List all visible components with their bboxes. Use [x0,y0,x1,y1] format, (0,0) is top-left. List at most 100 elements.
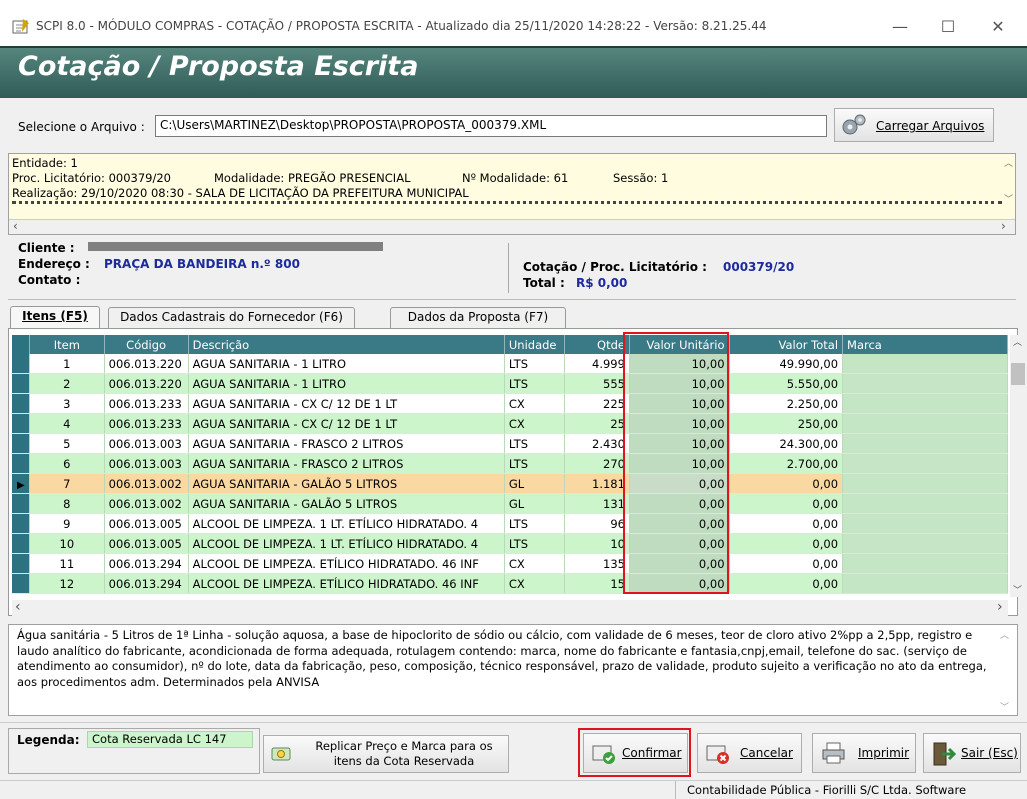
sair-button[interactable]: Sair (Esc) [923,733,1021,773]
cell-descricao: ALCOOL DE LIMPEZA. ETÍLICO HIDRATADO. 46… [188,573,505,594]
cell-item: 2 [29,373,105,394]
grid-horizontal-scrollbar[interactable]: ‹ › [12,599,1008,616]
file-path-input[interactable]: C:\Users\MARTINEZ\Desktop\PROPOSTA\PROPO… [155,115,827,137]
table-row[interactable]: 12 006.013.294 ALCOOL DE LIMPEZA. ETÍLICO … [12,573,1008,594]
cell-qtde: 4.999 [564,354,630,374]
scroll-down-icon[interactable]: ﹀ [1013,583,1022,596]
header-codigo[interactable]: Código [104,335,189,354]
cell-unidade: LTS [504,373,565,394]
table-row[interactable]: 3 006.013.233 AGUA SANITARIA - CX C/ 12 DE… [12,393,1008,414]
cell-marca[interactable] [842,493,1008,514]
cell-codigo: 006.013.233 [104,393,189,414]
tab-itens[interactable]: Itens (F5) [10,306,100,329]
scroll-thumb[interactable] [1011,363,1025,385]
cell-marca[interactable] [842,433,1008,454]
header-marca[interactable]: Marca [842,335,1008,354]
legend-cota-reservada: Cota Reservada LC 147 [87,731,253,748]
header-marker [12,335,30,354]
cell-qtde: 96 [564,513,630,534]
scroll-down-icon[interactable]: ﹀ [1000,700,1009,713]
item-description[interactable]: Água sanitária - 5 Litros de 1ª Linha - … [8,624,1018,716]
sessao-text: Sessão: 1 [613,171,669,185]
cell-marca[interactable] [842,553,1008,574]
cell-qtde: 2.430 [564,433,630,454]
table-row[interactable]: 6 006.013.003 AGUA SANITARIA - FRASCO 2 LI… [12,453,1008,474]
close-button[interactable]: ✕ [975,14,1021,42]
cell-descricao: AGUA SANITARIA - 1 LITRO [188,354,505,374]
cell-item: 1 [29,354,105,374]
cell-item: 6 [29,453,105,474]
cell-codigo: 006.013.005 [104,533,189,554]
info-horizontal-scrollbar[interactable]: ‹ › [9,219,1015,234]
row-marker: ▶ [12,473,30,494]
scroll-up-icon[interactable]: ︿ [1004,156,1013,169]
scroll-left-icon[interactable]: ‹ [13,219,18,233]
scroll-up-icon[interactable]: ︿ [1013,335,1022,348]
row-marker [12,413,30,434]
printer-icon [822,742,845,764]
minimize-button[interactable]: — [877,14,923,42]
scroll-down-icon[interactable]: ﹀ [1004,192,1013,205]
valor-unitario-highlight [623,332,729,594]
table-row[interactable]: 2 006.013.220 AGUA SANITARIA - 1 LITRO LTS 5… [12,373,1008,394]
cell-marca[interactable] [842,573,1008,594]
table-row[interactable]: 5 006.013.003 AGUA SANITARIA - FRASCO 2 LI… [12,433,1008,454]
header-descricao[interactable]: Descrição [188,335,505,354]
cotacao-value: 000379/20 [723,260,795,274]
cell-unidade: CX [504,413,565,434]
cell-marca[interactable] [842,533,1008,554]
cell-marca[interactable] [842,473,1008,494]
cell-qtde: 10 [564,533,630,554]
cell-codigo: 006.013.003 [104,433,189,454]
cell-marca[interactable] [842,393,1008,414]
header-qtde[interactable]: Qtde [564,335,630,354]
grid-vertical-scrollbar[interactable]: ︿ ﹀ [1010,335,1027,597]
tab-dados-fornecedor[interactable]: Dados Cadastrais do Fornecedor (F6) [108,307,355,328]
cell-qtde: 131 [564,493,630,514]
header-unidade[interactable]: Unidade [504,335,565,354]
cell-marca[interactable] [842,453,1008,474]
cell-unidade: LTS [504,354,565,374]
cell-descricao: AGUA SANITARIA - CX C/ 12 DE 1 LT [188,393,505,414]
cancel-icon [706,745,729,764]
header-valor-total[interactable]: Valor Total [729,335,844,354]
cancelar-button[interactable]: Cancelar [697,733,802,773]
table-row[interactable]: 4 006.013.233 AGUA SANITARIA - CX C/ 12 DE… [12,413,1008,434]
replicar-button[interactable]: Replicar Preço e Marca para os itens da … [263,735,509,773]
cell-item: 3 [29,393,105,414]
cell-marca[interactable] [842,413,1008,434]
cell-descricao: ALCOOL DE LIMPEZA. ETÍLICO HIDRATADO. 46… [188,553,505,574]
table-row[interactable]: 9 006.013.005 ALCOOL DE LIMPEZA. 1 LT. ETÍ… [12,513,1008,534]
client-section: Cliente : Endereço : PRAÇA DA BANDEIRA n… [8,238,1016,300]
scroll-right-icon[interactable]: › [1001,219,1006,233]
scroll-right-icon[interactable]: › [997,599,1003,615]
file-label: Selecione o Arquivo : [18,120,145,134]
row-marker [12,354,30,374]
cell-codigo: 006.013.220 [104,354,189,374]
table-row[interactable]: 11 006.013.294 ALCOOL DE LIMPEZA. ETÍLICO … [12,553,1008,574]
header-item[interactable]: Item [29,335,105,354]
tab-dados-proposta[interactable]: Dados da Proposta (F7) [390,307,566,328]
row-marker [12,393,30,414]
imprimir-button[interactable]: Imprimir [812,733,916,773]
table-row[interactable]: 8 006.013.002 AGUA SANITARIA - GALÃO 5 LIT… [12,493,1008,514]
scroll-up-icon[interactable]: ︿ [1000,628,1009,641]
cell-marca[interactable] [842,513,1008,534]
table-row[interactable]: ▶ 7 006.013.002 AGUA SANITARIA - GALÃO 5 LI… [12,473,1008,494]
items-grid[interactable]: Item Código Descrição Unidade Qtde Valor… [12,335,1008,598]
cell-item: 8 [29,493,105,514]
cell-marca[interactable] [842,373,1008,394]
cliente-redacted-value [88,242,383,251]
cell-marca[interactable] [842,354,1008,374]
cell-valor-total: 250,00 [729,413,844,434]
row-marker [12,573,30,594]
table-row[interactable]: 10 006.013.005 ALCOOL DE LIMPEZA. 1 LT. ET… [12,533,1008,554]
maximize-button[interactable]: ☐ [925,14,971,42]
status-text: Contabilidade Pública - Fiorilli S/C Ltd… [687,783,967,797]
cell-unidade: CX [504,573,565,594]
replicar-label: Replicar Preço e Marca para os itens da … [315,739,493,768]
scroll-left-icon[interactable]: ‹ [15,599,21,615]
cell-qtde: 135 [564,553,630,574]
cell-valor-total: 5.550,00 [729,373,844,394]
table-row[interactable]: 1 006.013.220 AGUA SANITARIA - 1 LITRO LTS 4… [12,354,1008,374]
